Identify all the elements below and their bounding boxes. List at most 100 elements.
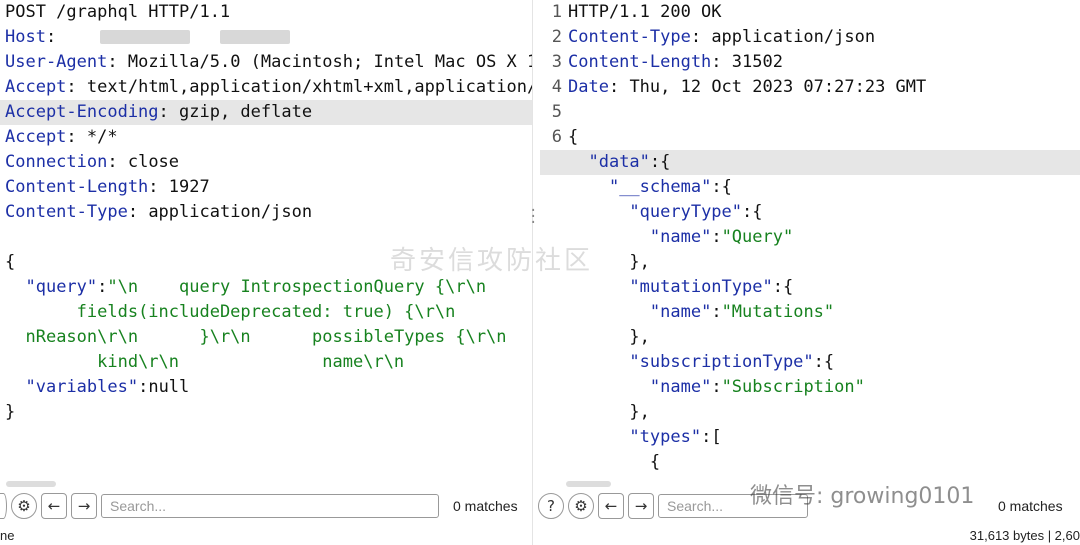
status-left: ne bbox=[0, 528, 15, 543]
json-string-continuation: kind\r\n name\r\n bbox=[97, 352, 405, 372]
arrow-right-icon[interactable]: → bbox=[71, 493, 97, 519]
header-colon: : bbox=[158, 102, 169, 122]
code-line: Host: bbox=[0, 25, 532, 50]
header-name: Accept-Encoding bbox=[5, 102, 159, 122]
arrow-right-icon[interactable]: → bbox=[628, 493, 654, 519]
json-value: "Subscription" bbox=[721, 377, 865, 397]
code-line: 1 HTTP/1.1 200 OK bbox=[540, 0, 1080, 25]
json-separator: : bbox=[772, 277, 783, 297]
json-key: "types" bbox=[629, 427, 702, 447]
header-name: Content-Type bbox=[568, 27, 691, 47]
header-name: Accept bbox=[5, 77, 67, 97]
line-number: 5 bbox=[551, 102, 562, 122]
header-colon: : bbox=[45, 27, 57, 47]
header-value: 31502 bbox=[721, 52, 783, 72]
code-line: User-Agent: Mozilla/5.0 (Macintosh; Inte… bbox=[0, 50, 532, 75]
code-line: "query":"\n query IntrospectionQuery {\r… bbox=[0, 275, 532, 300]
horizontal-scrollbar[interactable] bbox=[6, 481, 56, 487]
code-line: 4 Date: Thu, 12 Oct 2023 07:27:23 GMT bbox=[540, 75, 1080, 100]
json-value: "Query" bbox=[721, 227, 794, 247]
json-separator: : bbox=[649, 152, 661, 172]
json-value: { bbox=[752, 202, 763, 222]
code-line: } bbox=[0, 400, 532, 425]
header-colon: : bbox=[127, 202, 139, 222]
line-number: 2 bbox=[551, 27, 562, 47]
code-text: }, bbox=[568, 327, 650, 347]
json-key: "name" bbox=[649, 227, 712, 247]
code-line: "__schema":{ bbox=[540, 175, 1080, 200]
code-line: Content-Type: application/json bbox=[0, 200, 532, 225]
header-value: application/json bbox=[701, 27, 876, 47]
code-text: { bbox=[568, 452, 661, 472]
header-colon: : bbox=[107, 152, 118, 172]
header-name: Date bbox=[568, 77, 609, 97]
json-separator: : bbox=[711, 302, 722, 322]
code-line: 6{ bbox=[540, 125, 1080, 150]
arrow-left-icon[interactable]: ← bbox=[598, 493, 624, 519]
code-line: "name":"Mutations" bbox=[540, 300, 1080, 325]
json-separator: : bbox=[701, 427, 712, 447]
code-line: kind\r\n name\r\n bbox=[0, 350, 532, 375]
code-text: { bbox=[568, 127, 579, 147]
header-colon: : bbox=[107, 52, 118, 72]
code-text: { bbox=[5, 252, 16, 272]
code-line: "queryType":{ bbox=[540, 200, 1080, 225]
header-value: close bbox=[117, 152, 180, 172]
code-line: Accept: text/html,application/xhtml+xml,… bbox=[0, 75, 532, 100]
code-text: } bbox=[5, 402, 16, 422]
code-line: 2 Content-Type: application/json bbox=[540, 25, 1080, 50]
header-colon: : bbox=[66, 77, 77, 97]
line-number: 3 bbox=[551, 52, 562, 72]
wechat-watermark: 微信号: growing0101 bbox=[750, 484, 975, 509]
header-value: application/json bbox=[138, 202, 313, 222]
json-separator: : bbox=[711, 177, 722, 197]
drag-handle-icon[interactable]: · · · bbox=[529, 204, 537, 230]
header-value: text/html,application/xhtml+xml,applicat… bbox=[76, 77, 532, 97]
json-string-continuation: fields(includeDeprecated: true) {\r\n i bbox=[76, 302, 532, 322]
arrow-left-icon[interactable]: ← bbox=[41, 493, 67, 519]
code-line: Content-Length: 1927 bbox=[0, 175, 532, 200]
header-name: Content-Length bbox=[568, 52, 712, 72]
gear-icon[interactable]: ⚙ bbox=[11, 493, 37, 519]
response-match-count: 0 matches bbox=[998, 498, 1063, 514]
json-key: "subscriptionType" bbox=[629, 352, 814, 372]
watermark-text: 奇安信攻防社区 bbox=[390, 246, 594, 276]
help-icon[interactable] bbox=[0, 493, 7, 519]
code-line: "data":{ bbox=[540, 150, 1080, 175]
json-value: { bbox=[782, 277, 794, 297]
code-line: "variables":null bbox=[0, 375, 532, 400]
request-search-input[interactable] bbox=[101, 494, 439, 518]
request-search-bar: ⚙ ← → 0 matches bbox=[0, 488, 518, 524]
gear-icon[interactable]: ⚙ bbox=[568, 493, 594, 519]
header-colon: : bbox=[690, 27, 702, 47]
response-viewer[interactable]: 1 HTTP/1.1 200 OK 2 Content-Type: applicati… bbox=[540, 0, 1080, 488]
line-number: 6 bbox=[551, 127, 562, 147]
horizontal-scrollbar[interactable] bbox=[566, 481, 611, 487]
help-icon[interactable]: ? bbox=[538, 493, 564, 519]
json-key: "data" bbox=[588, 152, 650, 172]
json-value: { bbox=[721, 177, 732, 197]
header-value: Thu, 12 Oct 2023 07:27:23 GMT bbox=[619, 77, 927, 97]
json-separator: : bbox=[711, 227, 722, 247]
json-key: "variables" bbox=[25, 377, 139, 397]
code-text: HTTP/1.1 200 OK bbox=[568, 2, 722, 22]
header-name: Connection bbox=[5, 152, 108, 172]
line-number: 1 bbox=[551, 2, 562, 22]
json-key: "query" bbox=[25, 277, 98, 297]
code-line: 3 Content-Length: 31502 bbox=[540, 50, 1080, 75]
header-name: Host bbox=[5, 27, 46, 47]
code-line: }, bbox=[540, 400, 1080, 425]
code-line: Accept: */* bbox=[0, 125, 532, 150]
header-colon: : bbox=[608, 77, 620, 97]
